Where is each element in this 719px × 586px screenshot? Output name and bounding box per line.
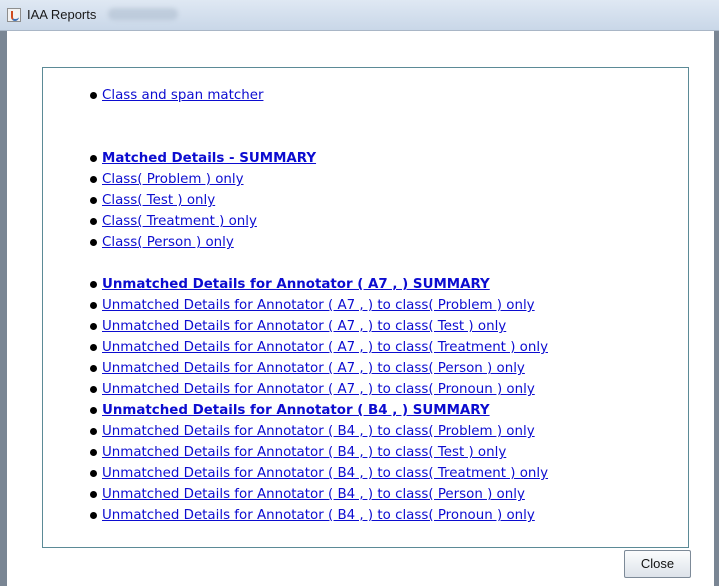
bullet-icon xyxy=(90,92,97,99)
bullet-icon xyxy=(90,428,97,435)
bullet-icon xyxy=(90,323,97,330)
dialog-content: Class and span matcher Matched Details - … xyxy=(7,31,714,586)
report-item: Class and span matcher xyxy=(90,85,548,106)
report-link[interactable]: Unmatched Details for Annotator ( A7 , )… xyxy=(102,340,548,355)
report-link[interactable]: Class( Person ) only xyxy=(102,235,234,250)
report-item: Unmatched Details for Annotator ( A7 , )… xyxy=(90,379,548,400)
bullet-icon xyxy=(90,512,97,519)
report-item: Class( Person ) only xyxy=(90,232,548,253)
list-spacer xyxy=(90,106,548,148)
report-link[interactable]: Unmatched Details for Annotator ( B4 , )… xyxy=(102,508,535,523)
report-link[interactable]: Unmatched Details for Annotator ( B4 , )… xyxy=(102,466,548,481)
report-list: Class and span matcher Matched Details - … xyxy=(90,85,548,526)
report-item: Class( Problem ) only xyxy=(90,169,548,190)
iaa-reports-window: IAA Reports Class and span matcher Matche… xyxy=(0,0,719,586)
bullet-icon xyxy=(90,197,97,204)
report-link[interactable]: Unmatched Details for Annotator ( B4 , )… xyxy=(102,487,525,502)
report-link[interactable]: Unmatched Details for Annotator ( A7 , )… xyxy=(102,298,535,313)
title-bar[interactable]: IAA Reports xyxy=(0,0,719,31)
report-item: Unmatched Details for Annotator ( A7 , )… xyxy=(90,274,548,295)
bullet-icon xyxy=(90,155,97,162)
report-panel: Class and span matcher Matched Details - … xyxy=(42,67,689,548)
report-link[interactable]: Unmatched Details for Annotator ( A7 , )… xyxy=(102,361,525,376)
report-link[interactable]: Unmatched Details for Annotator ( A7 , )… xyxy=(102,382,535,397)
report-link[interactable]: Unmatched Details for Annotator ( B4 , )… xyxy=(102,424,535,439)
blurred-title-detail xyxy=(108,8,178,20)
report-link[interactable]: Matched Details - SUMMARY xyxy=(102,151,316,166)
report-link[interactable]: Class( Treatment ) only xyxy=(102,214,257,229)
report-item: Unmatched Details for Annotator ( B4 , )… xyxy=(90,505,548,526)
bullet-icon xyxy=(90,281,97,288)
report-link[interactable]: Unmatched Details for Annotator ( A7 , )… xyxy=(102,319,506,334)
report-link[interactable]: Class and span matcher xyxy=(102,88,263,103)
bullet-icon xyxy=(90,491,97,498)
bullet-icon xyxy=(90,386,97,393)
report-item: Unmatched Details for Annotator ( B4 , )… xyxy=(90,421,548,442)
report-item: Unmatched Details for Annotator ( B4 , )… xyxy=(90,484,548,505)
report-item: Class( Treatment ) only xyxy=(90,211,548,232)
bullet-icon xyxy=(90,407,97,414)
report-item: Unmatched Details for Annotator ( B4 , )… xyxy=(90,442,548,463)
bullet-icon xyxy=(90,176,97,183)
bullet-icon xyxy=(90,470,97,477)
report-item: Unmatched Details for Annotator ( A7 , )… xyxy=(90,358,548,379)
report-item: Unmatched Details for Annotator ( B4 , )… xyxy=(90,400,548,421)
report-item: Matched Details - SUMMARY xyxy=(90,148,548,169)
java-app-icon xyxy=(7,8,21,22)
report-item: Unmatched Details for Annotator ( B4 , )… xyxy=(90,463,548,484)
bullet-icon xyxy=(90,302,97,309)
report-item: Class( Test ) only xyxy=(90,190,548,211)
report-item: Unmatched Details for Annotator ( A7 , )… xyxy=(90,337,548,358)
list-spacer xyxy=(90,253,548,274)
report-link[interactable]: Unmatched Details for Annotator ( B4 , )… xyxy=(102,445,506,460)
report-link[interactable]: Class( Test ) only xyxy=(102,193,215,208)
bullet-icon xyxy=(90,218,97,225)
close-button[interactable]: Close xyxy=(624,550,691,578)
report-item: Unmatched Details for Annotator ( A7 , )… xyxy=(90,295,548,316)
bullet-icon xyxy=(90,365,97,372)
report-link[interactable]: Unmatched Details for Annotator ( B4 , )… xyxy=(102,403,490,418)
bullet-icon xyxy=(90,449,97,456)
report-link[interactable]: Unmatched Details for Annotator ( A7 , )… xyxy=(102,277,490,292)
window-title: IAA Reports xyxy=(27,7,97,22)
bullet-icon xyxy=(90,239,97,246)
report-item: Unmatched Details for Annotator ( A7 , )… xyxy=(90,316,548,337)
report-link[interactable]: Class( Problem ) only xyxy=(102,172,244,187)
bullet-icon xyxy=(90,344,97,351)
